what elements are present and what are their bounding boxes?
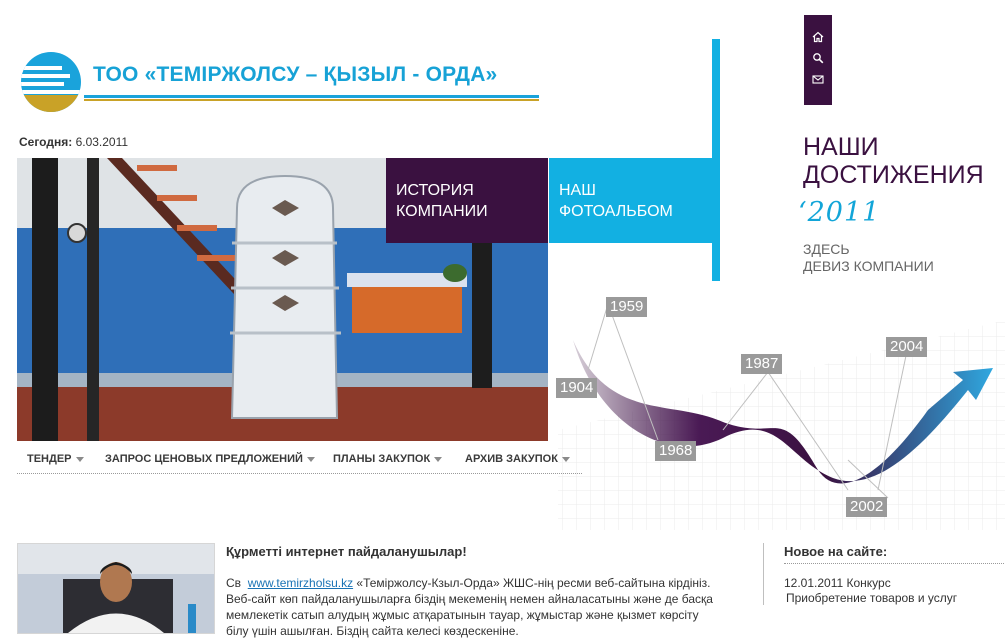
greeting-heading: Құрметті интернет пайдаланушылар! xyxy=(226,544,467,559)
welcome-line-1-rest: «Теміржолсу-Кзыл-Орда» ЖШС-нің ресми веб… xyxy=(353,576,711,590)
today-value: 6.03.2011 xyxy=(75,135,129,149)
year-tag: 2002 xyxy=(846,497,888,517)
welcome-line-3: мемлекетік сатып алудың жұмыс атқаратыны… xyxy=(226,608,699,622)
news-item-text: Приобретение товаров и услуг xyxy=(786,591,958,605)
welcome-prefix: Св xyxy=(226,576,242,590)
year-tag: 1987 xyxy=(741,354,783,374)
history-line-2: КОМПАНИИ xyxy=(396,203,488,220)
home-icon[interactable] xyxy=(812,31,824,43)
welcome-line-4: білу үшін ашылған. Біздің сайта келесі к… xyxy=(226,624,519,638)
search-icon[interactable] xyxy=(812,52,824,64)
current-date: Сегодня: 6.03.2011 xyxy=(19,135,128,149)
company-title[interactable]: ТОО «ТЕМІРЖОЛСУ – ҚЫЗЫЛ - ОРДА» xyxy=(93,63,497,87)
director-portrait xyxy=(17,543,215,634)
nav-label: ЗАПРОС ЦЕНОВЫХ ПРЕДЛОЖЕНИЙ xyxy=(105,453,303,465)
nav-item-purchase-archive[interactable]: АРХИВ ЗАКУПОК xyxy=(465,453,570,465)
title-underline-gold xyxy=(84,99,539,101)
achievements-year: ‘2011 xyxy=(798,197,881,228)
chevron-down-icon xyxy=(75,456,84,462)
timeline-graphic: 1959 1904 1968 1987 2004 2002 xyxy=(548,280,1005,530)
year-tag: 1959 xyxy=(606,297,648,317)
news-underline xyxy=(784,562,1004,564)
main-nav: ТЕНДЕР ЗАПРОС ЦЕНОВЫХ ПРЕДЛОЖЕНИЙ ПЛАНЫ … xyxy=(17,449,582,474)
achievements-title-line-2: ДОСТИЖЕНИЯ xyxy=(803,161,984,189)
news-divider xyxy=(763,543,764,605)
welcome-text: Св www.temirzholsu.kz «Теміржолсу-Кзыл-О… xyxy=(226,575,726,639)
achievements-title-line-1: НАШИ xyxy=(803,133,879,161)
nav-item-tender[interactable]: ТЕНДЕР xyxy=(27,453,84,465)
motto-line-2: ДЕВИЗ КОМПАНИИ xyxy=(803,258,934,274)
motto-line-1: ЗДЕСЬ xyxy=(803,241,850,257)
year-tag: 1904 xyxy=(556,378,598,398)
welcome-line-1: Св www.temirzholsu.kz «Теміржолсу-Кзыл-О… xyxy=(226,575,726,591)
news-item-date: 12.01.2011 Конкурс xyxy=(784,576,891,590)
achievements-title[interactable]: НАШИ ДОСТИЖЕНИЯ xyxy=(803,133,984,189)
photo-line-1: НАШ xyxy=(559,182,596,199)
photo-line-2: ФОТОАЛЬБОМ xyxy=(559,203,673,220)
nav-label: ТЕНДЕР xyxy=(27,453,72,465)
nav-label: ПЛАНЫ ЗАКУПОК xyxy=(333,453,431,465)
news-title: Новое на сайте: xyxy=(784,544,888,559)
title-underline-blue xyxy=(84,95,539,98)
company-motto: ЗДЕСЬ ДЕВИЗ КОМПАНИИ xyxy=(803,241,934,275)
site-link[interactable]: www.temirzholsu.kz xyxy=(248,576,353,590)
year-tag: 1968 xyxy=(655,441,697,461)
nav-label: АРХИВ ЗАКУПОК xyxy=(465,453,558,465)
nav-item-price-requests[interactable]: ЗАПРОС ЦЕНОВЫХ ПРЕДЛОЖЕНИЙ xyxy=(105,453,315,465)
top-icon-strip xyxy=(804,15,832,105)
today-label: Сегодня: xyxy=(19,135,73,149)
welcome-line-2: Веб-сайт көп пайдаланушыларға біздің мек… xyxy=(226,592,713,606)
photo-album-tile[interactable]: НАШ ФОТОАЛЬБОМ xyxy=(549,158,712,243)
nav-item-purchase-plans[interactable]: ПЛАНЫ ЗАКУПОК xyxy=(333,453,443,465)
history-line-1: ИСТОРИЯ xyxy=(396,182,474,199)
chevron-down-icon xyxy=(561,456,570,462)
company-logo[interactable] xyxy=(20,51,82,113)
history-tile[interactable]: ИСТОРИЯ КОМПАНИИ xyxy=(386,158,548,243)
chevron-down-icon xyxy=(306,456,315,462)
mail-icon[interactable] xyxy=(812,73,824,85)
chevron-down-icon xyxy=(434,456,443,462)
vertical-accent-bar xyxy=(712,39,720,281)
news-item[interactable]: 12.01.2011 Конкурс Приобретение товаров … xyxy=(784,576,999,606)
year-tag: 2004 xyxy=(886,337,928,357)
